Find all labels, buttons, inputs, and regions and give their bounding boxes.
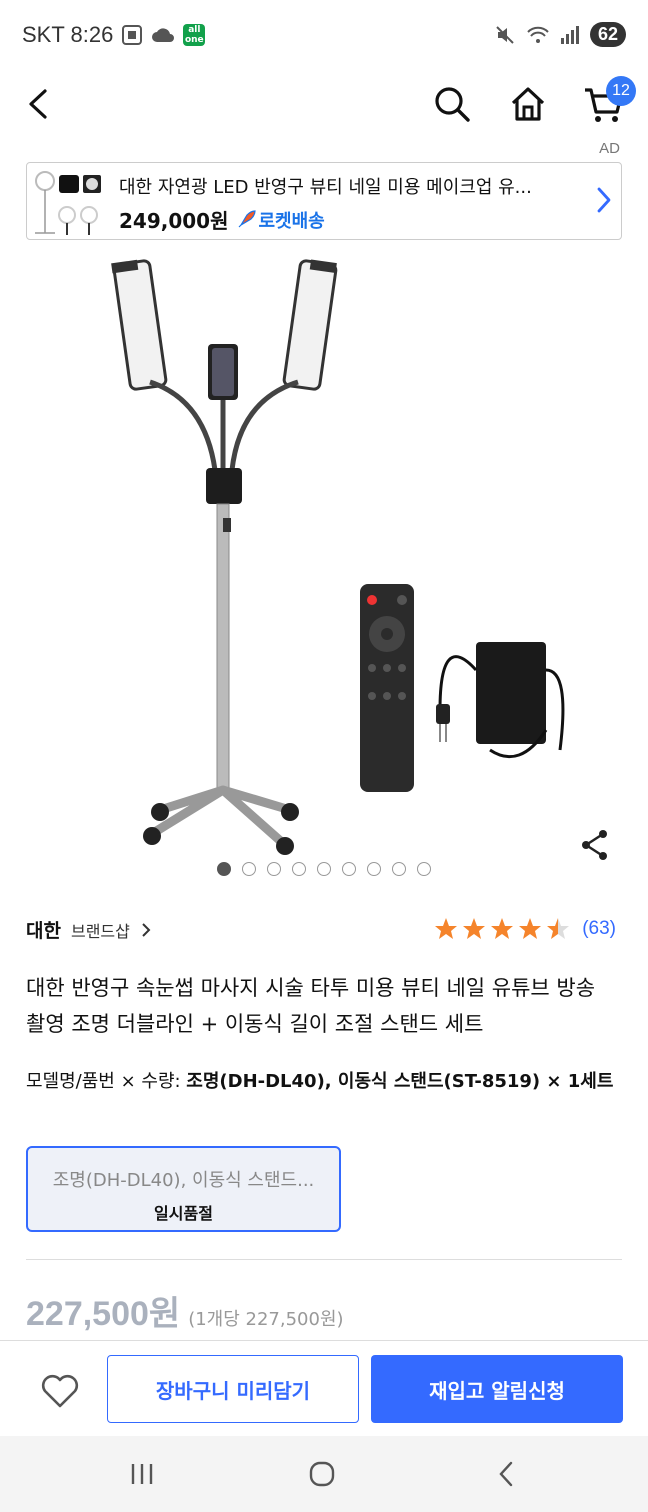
android-nav-bar <box>0 1436 648 1512</box>
status-right: 62 <box>494 22 626 47</box>
cart-button[interactable]: 12 <box>580 76 636 128</box>
back-arrow-icon <box>29 89 47 119</box>
rocket-delivery-label: 로켓배송 <box>258 210 325 232</box>
chevron-right-icon <box>595 185 613 219</box>
product-image[interactable] <box>0 250 648 870</box>
search-icon <box>435 87 470 122</box>
rating-stars <box>435 918 570 939</box>
ad-price: 249,000원 <box>119 209 229 233</box>
option-select-box[interactable]: 조명(DH-DL40), 이동식 스탠드... 일시품절 <box>26 1146 341 1232</box>
home-icon <box>511 87 545 121</box>
screenshot-icon <box>121 24 143 46</box>
search-button[interactable] <box>428 80 476 128</box>
back-nav-button[interactable] <box>486 1456 526 1492</box>
recent-apps-icon <box>131 1464 153 1484</box>
status-bar: SKT 8:26 all one 62 <box>0 0 648 72</box>
share-icon <box>582 830 607 860</box>
brand-shop-link[interactable]: 대한 브랜드샵 <box>26 916 152 943</box>
cart-count-badge: 12 <box>606 76 636 106</box>
share-button[interactable] <box>574 824 616 866</box>
bottom-action-bar: 장바구니 미리담기 재입고 알림신청 <box>0 1340 648 1436</box>
rocket-delivery-badge: 로켓배송 <box>235 207 325 233</box>
divider <box>26 1259 622 1260</box>
gallery-dot[interactable] <box>342 862 356 876</box>
price-per-unit: (1개당 227,500원) <box>188 1309 344 1330</box>
recent-apps-button[interactable] <box>122 1456 162 1492</box>
home-button[interactable] <box>504 80 552 128</box>
wifi-icon <box>526 25 550 45</box>
all-one-icon: all one <box>183 24 206 46</box>
add-to-cart-button[interactable]: 장바구니 미리담기 <box>107 1355 359 1423</box>
chevron-right-icon <box>142 922 151 937</box>
mute-icon <box>494 24 516 46</box>
carrier-time: SKT 8:26 <box>22 22 114 47</box>
wishlist-button[interactable] <box>36 1369 84 1413</box>
signal-icon <box>560 25 580 44</box>
gallery-dot[interactable] <box>392 862 406 876</box>
option-status: 일시품절 <box>154 1204 213 1223</box>
rocket-icon <box>238 209 256 227</box>
gallery-dot[interactable] <box>417 862 431 876</box>
restock-alert-button[interactable]: 재입고 알림신청 <box>371 1355 623 1423</box>
cloud-icon <box>151 26 175 44</box>
gallery-dot[interactable] <box>267 862 281 876</box>
gallery-dot[interactable] <box>367 862 381 876</box>
gallery-dot[interactable] <box>217 862 231 876</box>
option-name: 조명(DH-DL40), 이동식 스탠드... <box>52 1170 315 1191</box>
product-title: 대한 반영구 속눈썹 마사지 시술 타투 미용 뷰티 네일 유튜브 방송 촬영 … <box>26 976 596 1036</box>
ad-price-row: 249,000원 로켓배송 <box>119 205 325 234</box>
star-icon <box>519 918 542 939</box>
back-chevron-icon <box>499 1461 513 1487</box>
price-row: 227,500원 (1개당 227,500원) <box>26 1286 344 1335</box>
option-summary: 모델명/품번 × 수량: 조명(DH-DL40), 이동식 스탠드(ST-851… <box>26 1064 616 1100</box>
heart-icon <box>41 1374 79 1408</box>
star-icon <box>491 918 514 939</box>
ad-banner[interactable]: 대한 자연광 LED 반영구 뷰티 네일 미용 메이크업 유... 249,00… <box>26 162 622 240</box>
gallery-dot[interactable] <box>292 862 306 876</box>
home-nav-button[interactable] <box>302 1456 342 1492</box>
brand-shop-label: 브랜드샵 <box>70 921 130 941</box>
ad-title: 대한 자연광 LED 반영구 뷰티 네일 미용 메이크업 유... <box>119 177 532 198</box>
battery-indicator: 62 <box>589 22 626 47</box>
status-left: SKT 8:26 all one <box>22 22 206 48</box>
home-circle-icon <box>309 1461 335 1487</box>
rating[interactable]: (63) <box>434 916 616 942</box>
price-main: 227,500원 <box>26 1295 181 1333</box>
ad-label: AD <box>599 140 620 157</box>
rating-count[interactable]: (63) <box>582 918 616 940</box>
gallery-dot[interactable] <box>317 862 331 876</box>
star-icon <box>547 918 570 939</box>
gallery-dot[interactable] <box>242 862 256 876</box>
back-button[interactable] <box>14 80 62 128</box>
ad-thumbnail <box>31 167 107 237</box>
star-icon <box>435 918 458 939</box>
star-icon <box>463 918 486 939</box>
option-prefix: 모델명/품번 × 수량: <box>26 1071 187 1092</box>
gallery-pagination[interactable] <box>0 862 648 876</box>
brand-name: 대한 <box>26 920 61 942</box>
top-nav: 12 <box>0 72 648 136</box>
option-value: 조명(DH-DL40), 이동식 스탠드(ST-8519) × 1세트 <box>186 1071 614 1092</box>
